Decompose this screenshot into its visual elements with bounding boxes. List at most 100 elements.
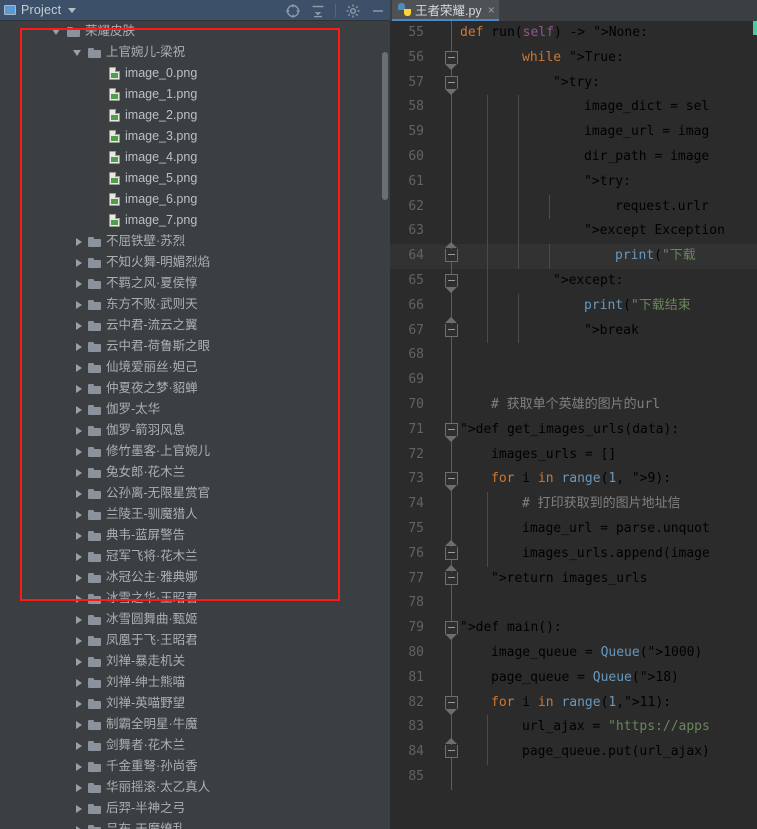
fold-gutter[interactable] — [445, 95, 459, 121]
tree-row[interactable]: 刘禅-暴走机关 — [0, 651, 390, 672]
tree-row[interactable]: 不羁之风·夏侯惇 — [0, 273, 390, 294]
twisty-collapsed-icon[interactable] — [73, 572, 84, 583]
twisty-collapsed-icon[interactable] — [73, 467, 84, 478]
code-line[interactable]: 71 ">def get_images_urls(data): — [390, 417, 757, 443]
fold-marker-icon[interactable] — [445, 75, 458, 95]
fold-marker-icon[interactable] — [445, 273, 458, 293]
tree-row[interactable]: image_1.png — [0, 84, 390, 105]
tree-row[interactable]: 公孙离-无限星赏官 — [0, 483, 390, 504]
code-line[interactable]: 66 print("下载结束 — [390, 293, 757, 319]
twisty-collapsed-icon[interactable] — [73, 530, 84, 541]
tree-row[interactable]: 伽罗-太华 — [0, 399, 390, 420]
twisty-collapsed-icon[interactable] — [73, 782, 84, 793]
twisty-collapsed-icon[interactable] — [73, 551, 84, 562]
fold-gutter[interactable] — [445, 640, 459, 666]
code-line[interactable]: 74 # 打印获取到的图片地址信 — [390, 492, 757, 517]
tree-row[interactable]: 兔女郎·花木兰 — [0, 462, 390, 483]
twisty-collapsed-icon[interactable] — [73, 635, 84, 646]
tree-row[interactable]: 凤凰于飞·王昭君 — [0, 630, 390, 651]
code-line[interactable]: 63 ">except Exception — [390, 219, 757, 245]
code-line[interactable]: 55 def run(self) -> ">None: — [390, 21, 757, 46]
code-line[interactable]: 62 request.urlr — [390, 194, 757, 220]
fold-gutter[interactable] — [445, 242, 459, 269]
code-line[interactable]: 81 page_queue = Queue(">18) — [390, 665, 757, 691]
fold-gutter[interactable] — [445, 293, 459, 319]
tree-row[interactable]: 上官婉儿-梁祝 — [0, 42, 390, 63]
twisty-collapsed-icon[interactable] — [73, 257, 84, 268]
fold-marker-icon[interactable] — [445, 422, 458, 442]
tree-row[interactable]: image_3.png — [0, 126, 390, 147]
code-line[interactable]: 85 — [390, 764, 757, 790]
tree-row[interactable]: 仙境爱丽丝·妲己 — [0, 357, 390, 378]
tree-row[interactable]: 刘禅-绅士熊喵 — [0, 672, 390, 693]
code-line[interactable]: 83 url_ajax = "https://apps — [390, 715, 757, 741]
twisty-collapsed-icon[interactable] — [73, 341, 84, 352]
fold-marker-icon[interactable] — [445, 695, 458, 715]
fold-marker-icon[interactable] — [445, 242, 458, 263]
tree-row[interactable]: 仲夏夜之梦·貂蝉 — [0, 378, 390, 399]
code-line[interactable]: 70 # 获取单个英雄的图片的url — [390, 392, 757, 418]
code-line[interactable]: 80 image_queue = Queue(">1000) — [390, 640, 757, 666]
code-line[interactable]: 79 ">def main(): — [390, 616, 757, 641]
twisty-collapsed-icon[interactable] — [73, 425, 84, 436]
tree-row[interactable]: 冰冠公主·雅典娜 — [0, 567, 390, 588]
twisty-collapsed-icon[interactable] — [73, 698, 84, 709]
code-line[interactable]: 57 ">try: — [390, 70, 757, 96]
fold-gutter[interactable] — [445, 690, 459, 716]
twisty-collapsed-icon[interactable] — [73, 824, 84, 829]
code-line[interactable]: 73 for i in range(1, ">9): — [390, 467, 757, 493]
tree-row[interactable]: image_4.png — [0, 147, 390, 168]
code-area[interactable]: 55 def run(self) -> ">None: 56 while ">True… — [390, 21, 757, 829]
fold-gutter[interactable] — [445, 591, 459, 617]
tree-row[interactable]: 兰陵王-驯魔猎人 — [0, 504, 390, 525]
editor-tab-active[interactable]: 王者荣耀.py × — [392, 0, 499, 21]
fold-gutter[interactable] — [445, 343, 459, 369]
fold-marker-icon[interactable] — [445, 50, 458, 70]
tree-row[interactable]: 剑舞者·花木兰 — [0, 735, 390, 756]
fold-marker-icon[interactable] — [445, 564, 458, 585]
fold-gutter[interactable] — [445, 169, 459, 195]
code-line[interactable]: 77 ">return images_urls — [390, 564, 757, 592]
tree-row[interactable]: image_0.png — [0, 63, 390, 84]
fold-gutter[interactable] — [445, 764, 459, 790]
fold-gutter[interactable] — [445, 492, 459, 517]
gear-icon[interactable] — [345, 3, 361, 19]
tree-row[interactable]: 不知火舞-明媚烈焰 — [0, 252, 390, 273]
fold-gutter[interactable] — [445, 516, 459, 542]
fold-gutter[interactable] — [445, 316, 459, 344]
code-line[interactable]: 67 ">break — [390, 316, 757, 344]
fold-gutter[interactable] — [445, 539, 459, 567]
fold-gutter[interactable] — [445, 616, 459, 641]
fold-marker-icon[interactable] — [445, 539, 458, 560]
tree-row[interactable]: 冠军飞将·花木兰 — [0, 546, 390, 567]
fold-gutter[interactable] — [445, 268, 459, 294]
fold-gutter[interactable] — [445, 665, 459, 691]
fold-gutter[interactable] — [445, 442, 459, 468]
twisty-collapsed-icon[interactable] — [73, 509, 84, 520]
tree-row[interactable]: 东方不败·武则天 — [0, 294, 390, 315]
code-line[interactable]: 82 for i in range(1,">11): — [390, 690, 757, 716]
twisty-collapsed-icon[interactable] — [73, 803, 84, 814]
twisty-collapsed-icon[interactable] — [73, 593, 84, 604]
tree-row[interactable]: 后羿-半神之弓 — [0, 798, 390, 819]
project-panel-scrollbar[interactable] — [382, 52, 388, 200]
twisty-collapsed-icon[interactable] — [73, 761, 84, 772]
twisty-collapsed-icon[interactable] — [73, 320, 84, 331]
fold-gutter[interactable] — [445, 368, 459, 393]
fold-gutter[interactable] — [445, 564, 459, 592]
fold-gutter[interactable] — [445, 219, 459, 245]
twisty-collapsed-icon[interactable] — [73, 446, 84, 457]
fold-marker-icon[interactable] — [445, 621, 458, 641]
twisty-collapsed-icon[interactable] — [73, 236, 84, 247]
twisty-collapsed-icon[interactable] — [73, 299, 84, 310]
tree-row[interactable]: 制霸全明星·牛魔 — [0, 714, 390, 735]
tree-row[interactable]: 吕布-天魔缭乱 — [0, 819, 390, 829]
tree-row[interactable]: 华丽摇滚·太乙真人 — [0, 777, 390, 798]
twisty-collapsed-icon[interactable] — [73, 740, 84, 751]
code-line[interactable]: 72 images_urls = [] — [390, 442, 757, 468]
fold-gutter[interactable] — [445, 392, 459, 418]
twisty-collapsed-icon[interactable] — [73, 383, 84, 394]
code-line[interactable]: 59 image_url = imag — [390, 120, 757, 145]
code-line[interactable]: 84 page_queue.put(url_ajax) — [390, 738, 757, 765]
twisty-collapsed-icon[interactable] — [73, 278, 84, 289]
